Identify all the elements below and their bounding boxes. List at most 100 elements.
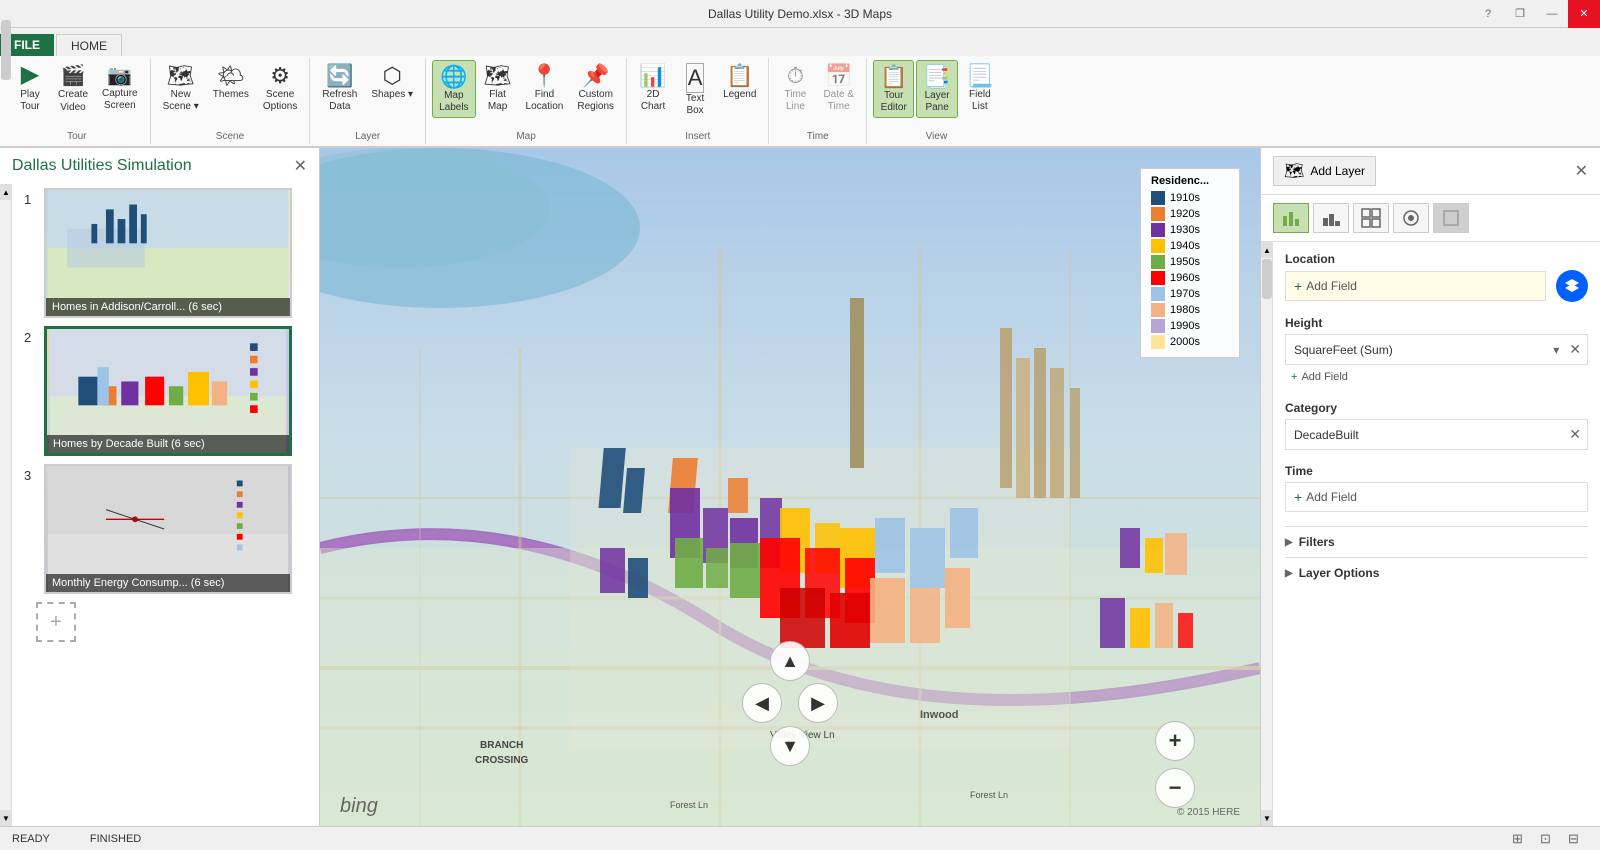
nav-up-button[interactable]: ▲ xyxy=(770,641,810,681)
layer-options-section[interactable]: ▶ Layer Options xyxy=(1285,557,1588,588)
location-label: Location xyxy=(1285,252,1588,266)
scene-item-1[interactable]: 1 xyxy=(24,188,307,318)
scene-item-2[interactable]: 2 xyxy=(24,326,307,456)
help-button[interactable]: ? xyxy=(1472,0,1504,28)
tab-home[interactable]: HOME xyxy=(56,34,122,56)
panel-close-button[interactable]: ✕ xyxy=(294,156,307,176)
scene-item-3[interactable]: 3 xyxy=(24,464,307,594)
legend-color-1990 xyxy=(1151,319,1165,333)
scene-caption-1: Homes in Addison/Carroll... (6 sec) xyxy=(46,298,290,316)
layer-pane-button[interactable]: 📑 Layer Pane xyxy=(916,60,957,118)
height-dropdown-icon[interactable]: ▾ xyxy=(1549,337,1563,363)
map-copyright: © 2015 HERE xyxy=(1177,807,1240,818)
zoom-in-button[interactable]: + xyxy=(1155,721,1195,761)
legend-item-1910: 1910s xyxy=(1151,191,1229,205)
scroll-up-arrow[interactable]: ▲ xyxy=(0,184,12,200)
scene-options-button[interactable]: ⚙ Scene Options xyxy=(257,60,303,116)
2d-chart-button[interactable]: 📊 2D Chart xyxy=(633,60,673,116)
legend-item-1940: 1940s xyxy=(1151,239,1229,253)
right-panel-header: 🗺 Add Layer ✕ xyxy=(1261,148,1600,195)
status-finished: FINISHED xyxy=(90,833,141,845)
shapes-icon: ⬡ xyxy=(383,63,402,89)
time-plus-icon: + xyxy=(1294,489,1302,505)
right-panel: 🗺 Add Layer ✕ xyxy=(1260,148,1600,826)
region-icon xyxy=(1361,208,1381,228)
location-add-field-button[interactable]: + Add Field xyxy=(1285,271,1546,301)
right-scrollbar[interactable]: ▲ ▼ xyxy=(1261,242,1273,826)
status-icon-2[interactable]: ⊡ xyxy=(1540,831,1560,847)
ribbon-group-layer: 🔄 Refresh Data ⬡ Shapes ▾ Layer xyxy=(310,58,426,144)
right-scroll-thumb[interactable] xyxy=(1262,259,1272,299)
layer-type-bubble[interactable] xyxy=(1393,203,1429,233)
legend-item-1920: 1920s xyxy=(1151,207,1229,221)
new-scene-button[interactable]: 🗺 New Scene ▾ xyxy=(157,60,205,116)
capture-screen-button[interactable]: 📷 Capture Screen xyxy=(96,60,144,115)
themes-button[interactable]: 🌤 Themes xyxy=(207,60,255,104)
close-button[interactable]: ✕ xyxy=(1568,0,1600,28)
time-add-field-button[interactable]: + Add Field xyxy=(1285,482,1588,512)
shapes-button[interactable]: ⬡ Shapes ▾ xyxy=(365,60,419,104)
field-list-button[interactable]: 📃 Field List xyxy=(960,60,1000,116)
date-time-button[interactable]: 📅 Date & Time xyxy=(817,60,860,116)
nav-right-button[interactable]: ▶ xyxy=(798,683,838,723)
category-remove-button[interactable]: ✕ xyxy=(1563,420,1587,449)
add-scene-button[interactable]: + xyxy=(36,602,76,642)
layer-type-icons xyxy=(1261,195,1600,242)
layer-type-heat[interactable] xyxy=(1433,203,1469,233)
right-scroll-down[interactable]: ▼ xyxy=(1261,810,1273,826)
legend-button[interactable]: 📋 Legend xyxy=(717,60,762,104)
nav-left-button[interactable]: ◀ xyxy=(742,683,782,723)
scroll-down-arrow[interactable]: ▼ xyxy=(0,810,12,826)
height-plus-icon: + xyxy=(1291,371,1297,383)
tour-editor-button[interactable]: 📋 Tour Editor xyxy=(873,60,914,118)
main-area: Dallas Utilities Simulation ✕ ▲ ▼ 1 xyxy=(0,148,1600,826)
minimize-button[interactable]: — xyxy=(1536,0,1568,28)
app-title: Dallas Utility Demo.xlsx - 3D Maps xyxy=(708,7,892,21)
chart-icon: 📊 xyxy=(639,63,666,89)
left-panel: Dallas Utilities Simulation ✕ ▲ ▼ 1 xyxy=(0,148,320,826)
filters-section[interactable]: ▶ Filters xyxy=(1285,526,1588,557)
new-scene-icon: 🗺 xyxy=(167,63,195,89)
find-location-icon: 📍 xyxy=(531,63,558,89)
ribbon-group-insert: 📊 2D Chart A Text Box 📋 Legend Insert xyxy=(627,58,769,144)
restore-button[interactable]: ❐ xyxy=(1504,0,1536,28)
time-line-icon: ⏱ xyxy=(787,63,804,89)
custom-regions-button[interactable]: 📌 Custom Regions xyxy=(571,60,620,116)
scene-group-label: Scene xyxy=(216,129,244,142)
height-add-field-button[interactable]: + Add Field xyxy=(1285,367,1588,387)
date-time-icon: 📅 xyxy=(825,63,852,89)
zoom-out-button[interactable]: − xyxy=(1155,768,1195,808)
filters-header: ▶ Filters xyxy=(1285,535,1588,549)
custom-regions-icon: 📌 xyxy=(582,63,609,89)
map-labels-icon: 🌐 xyxy=(440,64,467,90)
heat-map-icon xyxy=(1441,208,1461,228)
nav-down-button[interactable]: ▼ xyxy=(770,726,810,766)
height-section: Height SquareFeet (Sum) ▾ ✕ + Add Field xyxy=(1285,316,1588,387)
text-box-button[interactable]: A Text Box xyxy=(675,60,715,120)
flat-map-button[interactable]: 🗺 Flat Map xyxy=(478,60,518,116)
height-remove-button[interactable]: ✕ xyxy=(1563,335,1587,364)
layer-type-region[interactable] xyxy=(1353,203,1389,233)
themes-icon: 🌤 xyxy=(217,63,245,89)
right-panel-close-button[interactable]: ✕ xyxy=(1575,161,1588,181)
left-scrollbar[interactable]: ▲ ▼ xyxy=(0,184,12,826)
status-icon-1[interactable]: ⊞ xyxy=(1512,831,1532,847)
layer-pane-icon: 📑 xyxy=(923,64,950,90)
map-area[interactable]: Inwood BRANCH CROSSING Valley View Ln Fo… xyxy=(320,148,1260,826)
height-field-value: SquareFeet (Sum) ▾ ✕ xyxy=(1285,334,1588,365)
bar-chart-icon xyxy=(1281,208,1301,228)
status-icon-3[interactable]: ⊟ xyxy=(1568,831,1588,847)
play-tour-button[interactable]: ▶ Play Tour xyxy=(10,60,50,116)
time-line-button[interactable]: ⏱ Time Line xyxy=(775,60,815,116)
layer-type-column[interactable] xyxy=(1313,203,1349,233)
refresh-data-button[interactable]: 🔄 Refresh Data xyxy=(316,60,363,116)
map-labels-button[interactable]: 🌐 Map Labels xyxy=(432,60,475,118)
right-scroll-up[interactable]: ▲ xyxy=(1261,242,1273,258)
add-layer-button[interactable]: 🗺 Add Layer xyxy=(1273,156,1376,186)
title-bar: Dallas Utility Demo.xlsx - 3D Maps ? ❐ —… xyxy=(0,0,1600,28)
category-label: Category xyxy=(1285,401,1588,415)
create-video-button[interactable]: 🎬 Create Video xyxy=(52,60,94,117)
find-location-button[interactable]: 📍 Find Location xyxy=(520,60,570,116)
dropbox-button[interactable] xyxy=(1556,270,1588,302)
layer-type-bar[interactable] xyxy=(1273,203,1309,233)
